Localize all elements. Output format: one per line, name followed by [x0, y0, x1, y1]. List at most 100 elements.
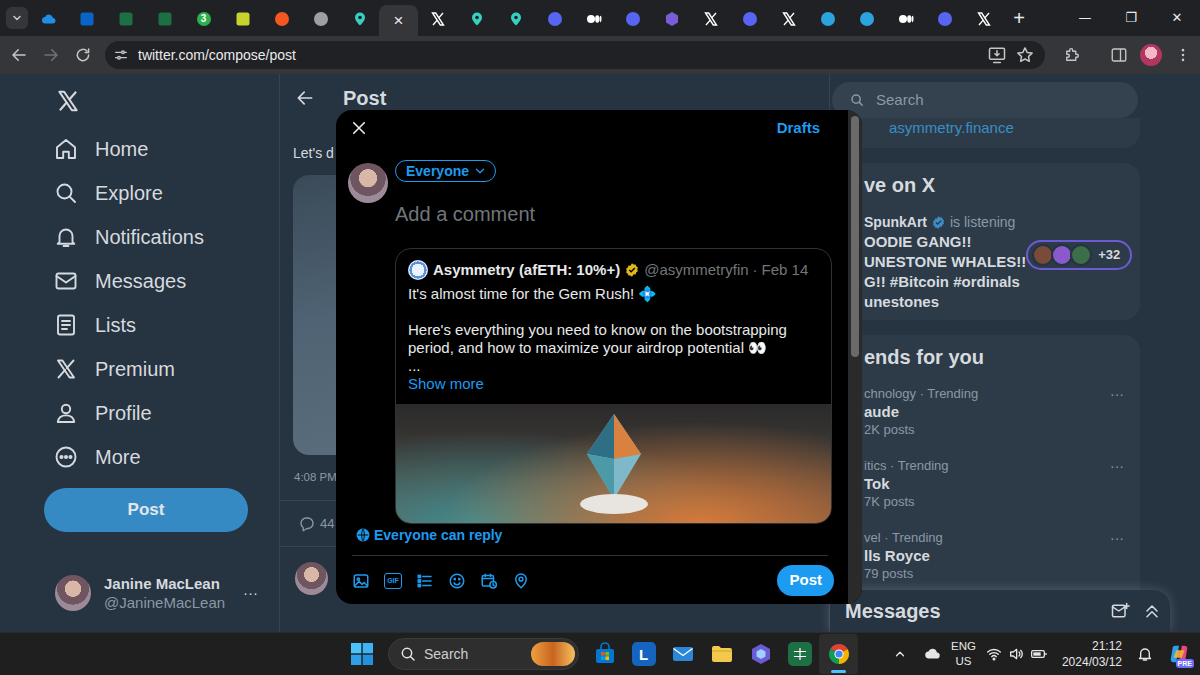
taskbar-app[interactable] — [741, 634, 780, 674]
scrollbar-thumb[interactable] — [851, 116, 859, 357]
browser-tab[interactable] — [769, 0, 808, 36]
minimize-button[interactable]: — — [1062, 0, 1108, 36]
site-settings-icon[interactable] — [113, 47, 129, 63]
trend-more-button[interactable]: ··· — [1110, 458, 1124, 474]
search-highlight-picture[interactable] — [531, 642, 575, 666]
emoji-icon[interactable] — [448, 572, 466, 590]
taskbar-app[interactable] — [819, 634, 858, 674]
live-card[interactable]: ve on X SpunkArt is listening OODIE GANG… — [832, 163, 1140, 320]
quick-settings[interactable] — [982, 646, 1052, 662]
modal-scrollbar[interactable] — [848, 110, 862, 604]
profile-link[interactable]: asymmetry.finance — [889, 119, 1014, 136]
input-language[interactable]: ENG US — [951, 639, 976, 669]
account-more-button[interactable]: ··· — [243, 582, 258, 605]
extensions-button[interactable] — [1057, 40, 1087, 70]
reload-button[interactable] — [68, 40, 98, 70]
browser-tab[interactable] — [106, 0, 145, 36]
restore-button[interactable]: ❐ — [1108, 0, 1154, 36]
back-arrow-icon[interactable] — [295, 88, 315, 108]
post-button[interactable]: Post — [777, 565, 834, 596]
trend-item[interactable]: chnology · Trending···aude2K posts — [864, 369, 1124, 441]
nav-item[interactable]: Home — [44, 127, 158, 171]
drafts-button[interactable]: Drafts — [777, 117, 820, 140]
trend-item[interactable]: itics · Trending···Tok7K posts — [864, 441, 1124, 513]
taskbar-app[interactable] — [702, 634, 741, 674]
browser-tab[interactable] — [691, 0, 730, 36]
browser-tab[interactable] — [535, 0, 574, 36]
poll-icon[interactable] — [416, 572, 434, 590]
nav-item[interactable]: Notifications — [44, 215, 214, 259]
browser-tab[interactable] — [652, 0, 691, 36]
browser-tab[interactable] — [574, 0, 613, 36]
reply-setting[interactable]: Everyone can reply — [336, 524, 848, 546]
browser-tab[interactable] — [886, 0, 925, 36]
account-switcher[interactable]: Janine MacLean @JanineMacLean ··· — [44, 561, 266, 625]
close-tab-button[interactable]: × — [394, 12, 404, 29]
back-button[interactable] — [4, 40, 34, 70]
quoted-post[interactable]: Asymmetry (afETH: 10%+) @asymmetryfin · … — [395, 248, 832, 524]
browser-tab[interactable] — [145, 0, 184, 36]
nav-item[interactable]: Profile — [44, 391, 162, 435]
audience-selector[interactable]: Everyone — [395, 160, 496, 182]
nav-item[interactable]: More — [44, 435, 151, 479]
taskbar-app[interactable] — [663, 634, 702, 674]
location-icon[interactable] — [512, 572, 530, 590]
image-icon[interactable] — [352, 572, 370, 590]
browser-tab[interactable] — [808, 0, 847, 36]
url-text[interactable]: twitter.com/compose/post — [138, 45, 296, 66]
nav-item[interactable]: Explore — [44, 171, 173, 215]
browser-tab[interactable] — [340, 0, 379, 36]
forward-button[interactable] — [36, 40, 66, 70]
clock[interactable]: 21:12 2024/03/12 — [1058, 638, 1126, 670]
quoted-image[interactable] — [396, 404, 831, 524]
browser-tab[interactable] — [457, 0, 496, 36]
bookmark-star-icon[interactable] — [1015, 45, 1035, 65]
messages-drawer[interactable]: Messages — [830, 590, 1170, 632]
browser-tab[interactable] — [847, 0, 886, 36]
close-window-button[interactable]: ✕ — [1154, 0, 1200, 36]
gif-button[interactable]: GIF — [384, 573, 402, 589]
address-bar[interactable]: twitter.com/compose/post — [105, 41, 1045, 69]
notifications-button[interactable] — [1132, 637, 1158, 671]
browser-tab[interactable]: × — [379, 5, 418, 36]
install-app-icon[interactable] — [987, 45, 1007, 65]
nav-item[interactable]: Lists — [44, 303, 146, 347]
browser-menu-button[interactable] — [1168, 40, 1198, 70]
start-button[interactable] — [342, 634, 382, 674]
schedule-icon[interactable] — [480, 572, 498, 590]
browser-tab[interactable] — [613, 0, 652, 36]
nav-item[interactable]: Premium — [44, 347, 185, 391]
x-logo-icon[interactable] — [55, 88, 81, 114]
browser-tab[interactable] — [730, 0, 769, 36]
new-message-icon[interactable] — [1110, 601, 1130, 621]
search-box[interactable] — [832, 82, 1138, 118]
browser-tab[interactable] — [28, 0, 67, 36]
browser-tab[interactable] — [925, 0, 964, 36]
profile-button[interactable] — [1136, 40, 1166, 70]
expand-chevrons-icon[interactable] — [1142, 601, 1162, 621]
browser-tab[interactable] — [418, 0, 457, 36]
browser-tab[interactable] — [496, 0, 535, 36]
trend-more-button[interactable]: ··· — [1110, 386, 1124, 402]
taskbar-app[interactable]: L — [624, 634, 663, 674]
tray-overflow-button[interactable] — [887, 637, 913, 671]
browser-tab[interactable] — [223, 0, 262, 36]
taskbar-app[interactable] — [780, 634, 819, 674]
taskbar-app[interactable] — [585, 634, 624, 674]
onedrive-tray[interactable] — [919, 637, 945, 671]
comment-input[interactable] — [395, 200, 832, 228]
show-more-link[interactable]: Show more — [408, 375, 819, 393]
post-button[interactable]: Post — [44, 488, 248, 532]
nav-item[interactable]: Messages — [44, 259, 196, 303]
trend-item[interactable]: vel · Trending···lls Royce79 posts — [864, 513, 1124, 585]
taskbar-search[interactable]: Search — [388, 638, 579, 670]
new-tab-button[interactable]: + — [1006, 5, 1032, 31]
side-panel-button[interactable] — [1104, 40, 1134, 70]
browser-tab[interactable] — [67, 0, 106, 36]
browser-tab[interactable] — [964, 0, 1003, 36]
tab-search-button[interactable] — [6, 7, 28, 29]
trend-more-button[interactable]: ··· — [1110, 530, 1124, 546]
browser-tab[interactable] — [262, 0, 301, 36]
listeners-pill[interactable]: +32 — [1026, 240, 1132, 270]
search-input[interactable] — [876, 89, 1116, 112]
